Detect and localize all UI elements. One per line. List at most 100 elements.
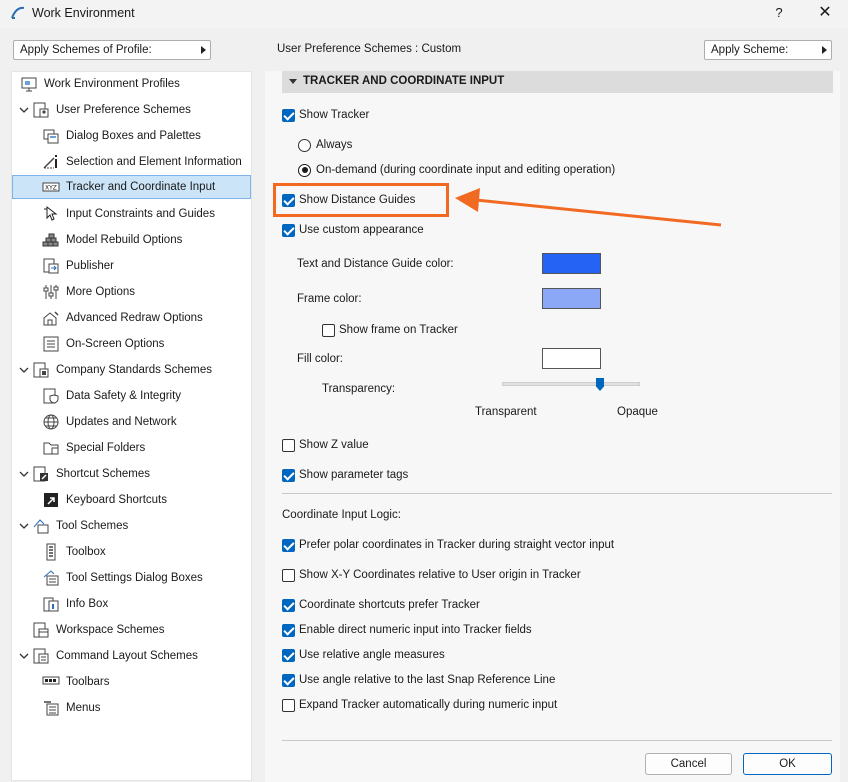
chevron-down-icon[interactable]	[19, 651, 29, 661]
transparency-slider-track[interactable]	[502, 382, 640, 386]
checkbox-box[interactable]	[282, 468, 295, 482]
close-button[interactable]: ✕	[812, 3, 838, 23]
radio-on-demand[interactable]: On-demand (during coordinate input and e…	[298, 162, 615, 178]
checkbox-box[interactable]	[282, 698, 295, 712]
tree-item-label: Menus	[66, 702, 101, 714]
checkbox-label: Use relative angle measures	[299, 649, 445, 661]
tree-item-toolbox[interactable]: Toolbox	[42, 540, 248, 564]
tree-item-user-preference-schemes[interactable]: User Preference Schemes	[32, 98, 248, 122]
chevron-down-icon[interactable]	[19, 469, 29, 479]
tree-item-dialog-boxes[interactable]: Dialog Boxes and Palettes	[42, 124, 248, 148]
tree-item-model-rebuild[interactable]: Model Rebuild Options	[42, 228, 248, 252]
globe-icon	[43, 414, 59, 430]
tree-item-label: Tracker and Coordinate Input	[66, 181, 216, 193]
checkbox-box[interactable]	[282, 623, 295, 637]
fill-color-swatch[interactable]	[542, 348, 601, 369]
tree-item-tracker-coordinate-input[interactable]: XYZ Tracker and Coordinate Input	[12, 175, 251, 199]
checkbox-label: Prefer polar coordinates in Tracker duri…	[299, 539, 615, 551]
tree-item-label: Data Safety & Integrity	[66, 390, 182, 402]
show-z-checkbox[interactable]: Show Z value	[282, 437, 369, 453]
chevron-down-icon[interactable]	[19, 365, 29, 375]
tree-item-label: Info Box	[66, 598, 109, 610]
checkbox-label: Use custom appearance	[299, 224, 424, 236]
scheme-label: User Preference Schemes : Custom	[277, 43, 462, 55]
checkbox-box[interactable]	[282, 108, 295, 122]
tree-item-label: Advanced Redraw Options	[66, 312, 203, 324]
tree-item-updates-network[interactable]: Updates and Network	[42, 410, 248, 434]
tree-item-on-screen-options[interactable]: On-Screen Options	[42, 332, 248, 356]
fill-color-label: Fill color:	[297, 353, 344, 365]
apply-profile-button[interactable]: Apply Schemes of Profile:	[13, 40, 211, 60]
logic-option-relative-angle[interactable]: Use relative angle measures	[282, 647, 445, 663]
apply-scheme-button[interactable]: Apply Scheme:	[704, 40, 832, 60]
checkbox-box[interactable]	[282, 223, 295, 237]
cancel-button[interactable]: Cancel	[645, 753, 732, 775]
ok-button[interactable]: OK	[743, 753, 832, 775]
radio-label: On-demand (during coordinate input and e…	[316, 164, 616, 176]
tree-item-work-environment-profiles[interactable]: Work Environment Profiles	[20, 72, 248, 96]
checkbox-box[interactable]	[282, 648, 295, 662]
radio-circle[interactable]	[298, 163, 311, 177]
checkbox-box[interactable]	[282, 568, 295, 582]
checkbox-box[interactable]	[282, 598, 295, 612]
tree-item-menus[interactable]: Menus	[42, 696, 248, 720]
tool-settings-icon	[43, 570, 59, 586]
frame-color-swatch[interactable]	[542, 288, 601, 309]
tree-item-info-box[interactable]: Info Box	[42, 592, 248, 616]
tree-item-label: Company Standards Schemes	[56, 364, 212, 376]
use-custom-appearance-checkbox[interactable]: Use custom appearance	[282, 222, 424, 238]
checkbox-label: Use angle relative to the last Snap Refe…	[299, 674, 556, 686]
checkbox-box[interactable]	[322, 323, 335, 337]
logic-option-direct-numeric[interactable]: Enable direct numeric input into Tracker…	[282, 622, 532, 638]
data-safety-icon	[43, 388, 59, 404]
divider	[282, 493, 832, 494]
chevron-down-icon[interactable]	[19, 521, 29, 531]
section-header[interactable]: TRACKER AND COORDINATE INPUT	[282, 71, 833, 93]
logic-option-snap-reference[interactable]: Use angle relative to the last Snap Refe…	[282, 672, 555, 688]
logic-option-xy-user-origin[interactable]: Show X-Y Coordinates relative to User or…	[282, 567, 581, 583]
logic-option-expand-tracker[interactable]: Expand Tracker automatically during nume…	[282, 697, 557, 713]
tree-item-data-safety[interactable]: Data Safety & Integrity	[42, 384, 248, 408]
tree-item-selection-info[interactable]: Selection and Element Information	[42, 150, 248, 174]
tree-item-advanced-redraw[interactable]: Advanced Redraw Options	[42, 306, 248, 330]
tree-item-label: Input Constraints and Guides	[66, 208, 215, 220]
chevron-down-icon[interactable]	[19, 105, 29, 115]
tree-item-company-standards[interactable]: Company Standards Schemes	[32, 358, 248, 382]
collapse-triangle-icon[interactable]	[289, 79, 297, 84]
logic-option-shortcuts-tracker[interactable]: Coordinate shortcuts prefer Tracker	[282, 597, 480, 613]
tree-item-toolbars[interactable]: Toolbars	[42, 670, 248, 694]
advanced-redraw-icon	[43, 311, 59, 326]
radio-label: Always	[316, 139, 353, 151]
shortcut-schemes-icon	[33, 466, 48, 482]
tree-item-special-folders[interactable]: Special Folders	[42, 436, 248, 460]
text-guide-color-swatch[interactable]	[542, 253, 601, 274]
tree-item-command-layout[interactable]: Command Layout Schemes	[32, 644, 248, 668]
show-parameter-tags-checkbox[interactable]: Show parameter tags	[282, 467, 408, 483]
tree-item-tool-settings[interactable]: Tool Settings Dialog Boxes	[42, 566, 248, 590]
tree-item-publisher[interactable]: Publisher	[42, 254, 248, 278]
input-constraints-icon	[44, 205, 58, 221]
tree-item-tool-schemes[interactable]: Tool Schemes	[32, 514, 248, 538]
checkbox-label: Show frame on Tracker	[339, 324, 458, 336]
tree-item-label: More Options	[66, 286, 136, 298]
checkbox-box[interactable]	[282, 538, 295, 552]
company-standards-icon	[33, 362, 49, 378]
checkbox-box[interactable]	[282, 673, 295, 687]
tree-item-workspace-schemes[interactable]: Workspace Schemes	[32, 618, 248, 642]
tree-item-label: Tool Settings Dialog Boxes	[66, 572, 203, 584]
svg-text:XYZ: XYZ	[45, 185, 57, 192]
logic-option-polar[interactable]: Prefer polar coordinates in Tracker duri…	[282, 537, 614, 553]
radio-always[interactable]: Always	[298, 137, 352, 153]
keyboard-shortcut-icon	[44, 493, 58, 507]
show-tracker-checkbox[interactable]: Show Tracker	[282, 107, 369, 123]
help-button[interactable]: ?	[768, 3, 790, 23]
checkbox-label: Show Z value	[299, 439, 369, 451]
radio-circle[interactable]	[298, 138, 311, 152]
tree-item-input-constraints[interactable]: Input Constraints and Guides	[42, 202, 248, 226]
checkbox-box[interactable]	[282, 438, 295, 452]
tree-item-shortcut-schemes[interactable]: Shortcut Schemes	[32, 462, 248, 486]
show-frame-checkbox[interactable]: Show frame on Tracker	[322, 322, 458, 338]
tree-item-more-options[interactable]: More Options	[42, 280, 248, 304]
annotation-highlight-box	[273, 183, 449, 217]
tree-item-keyboard-shortcuts[interactable]: Keyboard Shortcuts	[42, 488, 248, 512]
